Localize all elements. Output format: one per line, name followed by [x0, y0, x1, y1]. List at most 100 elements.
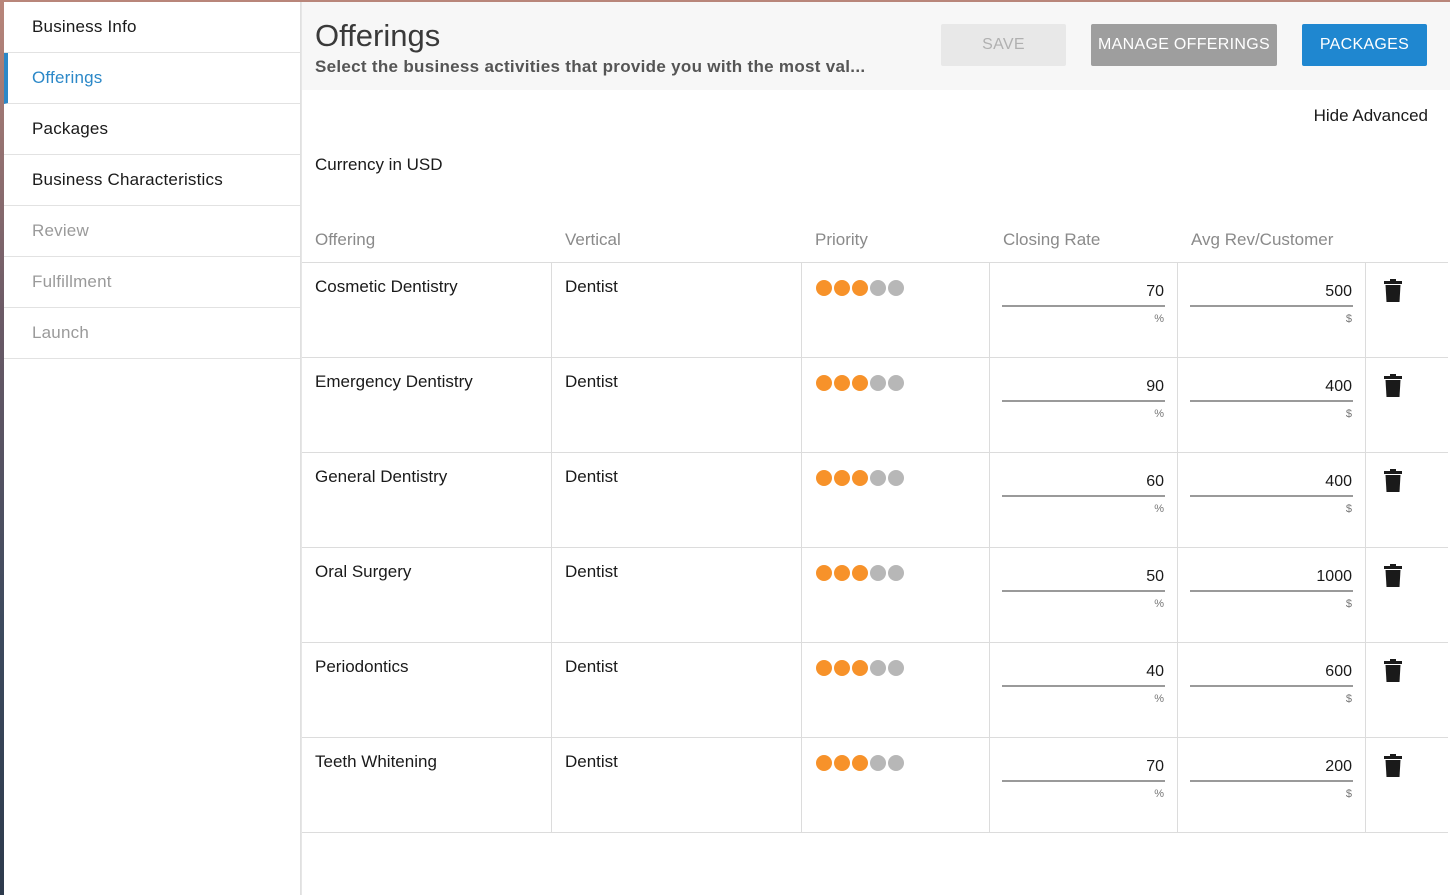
- closing-rate-input[interactable]: 50: [1002, 568, 1165, 592]
- priority-cell: [802, 548, 990, 642]
- save-button[interactable]: SAVE: [941, 24, 1066, 66]
- priority-dot-filled[interactable]: [816, 565, 832, 581]
- avg-rev-cell: 200 $: [1178, 738, 1366, 832]
- priority-dot-filled[interactable]: [852, 280, 868, 296]
- trash-icon[interactable]: [1384, 279, 1402, 302]
- table-row: Oral Surgery Dentist 50 % 1000 $: [302, 548, 1448, 643]
- priority-dot-empty[interactable]: [870, 470, 886, 486]
- priority-cell: [802, 358, 990, 452]
- priority-rating[interactable]: [816, 755, 904, 771]
- priority-dot-filled[interactable]: [852, 660, 868, 676]
- avg-rev-cell: 400 $: [1178, 453, 1366, 547]
- offering-name: Cosmetic Dentistry: [315, 277, 458, 296]
- column-header-avg-rev: Avg Rev/Customer: [1191, 230, 1334, 249]
- closing-rate-cell: 90 %: [990, 358, 1178, 452]
- closing-rate-input[interactable]: 70: [1002, 283, 1165, 307]
- priority-rating[interactable]: [816, 470, 904, 486]
- priority-dot-empty[interactable]: [870, 375, 886, 391]
- closing-rate-field: 70 %: [1002, 283, 1165, 325]
- trash-icon[interactable]: [1384, 659, 1402, 682]
- priority-dot-empty[interactable]: [870, 565, 886, 581]
- priority-dot-filled[interactable]: [834, 755, 850, 771]
- avg-rev-input[interactable]: 500: [1190, 283, 1353, 307]
- closing-rate-cell: 70 %: [990, 263, 1178, 357]
- avg-rev-input[interactable]: 1000: [1190, 568, 1353, 592]
- column-header-offering: Offering: [315, 230, 376, 249]
- priority-dot-empty[interactable]: [888, 660, 904, 676]
- priority-dot-filled[interactable]: [834, 280, 850, 296]
- priority-dot-empty[interactable]: [888, 470, 904, 486]
- trash-icon[interactable]: [1384, 469, 1402, 492]
- sidebar-item-launch[interactable]: Launch: [4, 308, 300, 359]
- offering-name: Periodontics: [315, 657, 409, 676]
- sidebar-item-business-characteristics[interactable]: Business Characteristics: [4, 155, 300, 206]
- priority-rating[interactable]: [816, 375, 904, 391]
- avg-rev-cell: 400 $: [1178, 358, 1366, 452]
- priority-cell: [802, 643, 990, 737]
- priority-dot-empty[interactable]: [888, 280, 904, 296]
- priority-dot-filled[interactable]: [834, 470, 850, 486]
- priority-dot-empty[interactable]: [870, 280, 886, 296]
- priority-dot-filled[interactable]: [852, 470, 868, 486]
- trash-icon[interactable]: [1384, 754, 1402, 777]
- sidebar: Business Info Offerings Packages Busines…: [4, 2, 301, 895]
- priority-dot-filled[interactable]: [852, 375, 868, 391]
- priority-dot-empty[interactable]: [888, 375, 904, 391]
- avg-rev-input[interactable]: 600: [1190, 663, 1353, 687]
- manage-offerings-button[interactable]: MANAGE OFFERINGS: [1091, 24, 1277, 66]
- closing-rate-unit: %: [1154, 408, 1164, 420]
- sidebar-item-business-info[interactable]: Business Info: [4, 2, 300, 53]
- priority-dot-filled[interactable]: [816, 660, 832, 676]
- avg-rev-input[interactable]: 400: [1190, 473, 1353, 497]
- vertical-name: Dentist: [565, 752, 618, 771]
- hide-advanced-link[interactable]: Hide Advanced: [1314, 106, 1428, 126]
- sidebar-item-review[interactable]: Review: [4, 206, 300, 257]
- closing-rate-field: 40 %: [1002, 663, 1165, 705]
- trash-icon[interactable]: [1384, 564, 1402, 587]
- priority-dot-filled[interactable]: [816, 280, 832, 296]
- actions-cell: [1366, 643, 1448, 737]
- currency-label: Currency in USD: [315, 155, 443, 174]
- actions-cell: [1366, 548, 1448, 642]
- priority-dot-empty[interactable]: [870, 755, 886, 771]
- priority-dot-filled[interactable]: [834, 375, 850, 391]
- avg-rev-input[interactable]: 400: [1190, 378, 1353, 402]
- priority-dot-filled[interactable]: [816, 755, 832, 771]
- priority-dot-filled[interactable]: [852, 565, 868, 581]
- priority-dot-filled[interactable]: [852, 755, 868, 771]
- sidebar-item-offerings[interactable]: Offerings: [4, 53, 300, 104]
- priority-dot-empty[interactable]: [888, 565, 904, 581]
- closing-rate-input[interactable]: 40: [1002, 663, 1165, 687]
- priority-dot-filled[interactable]: [816, 470, 832, 486]
- avg-rev-input[interactable]: 200: [1190, 758, 1353, 782]
- vertical-cell: Dentist: [552, 643, 802, 737]
- closing-rate-cell: 60 %: [990, 453, 1178, 547]
- priority-rating[interactable]: [816, 660, 904, 676]
- avg-rev-field: 500 $: [1190, 283, 1353, 325]
- priority-dot-empty[interactable]: [870, 660, 886, 676]
- column-header-priority: Priority: [815, 230, 868, 249]
- avg-rev-unit: $: [1345, 598, 1352, 610]
- closing-rate-field: 90 %: [1002, 378, 1165, 420]
- sidebar-item-fulfillment[interactable]: Fulfillment: [4, 257, 300, 308]
- offering-cell: Teeth Whitening: [302, 738, 552, 832]
- closing-rate-input[interactable]: 70: [1002, 758, 1165, 782]
- vertical-cell: Dentist: [552, 738, 802, 832]
- priority-rating[interactable]: [816, 280, 904, 296]
- closing-rate-unit: %: [1154, 598, 1164, 610]
- closing-rate-input[interactable]: 90: [1002, 378, 1165, 402]
- actions-cell: [1366, 358, 1448, 452]
- priority-dot-filled[interactable]: [834, 660, 850, 676]
- trash-icon[interactable]: [1384, 374, 1402, 397]
- vertical-name: Dentist: [565, 562, 618, 581]
- avg-rev-field: 1000 $: [1190, 568, 1353, 610]
- priority-dot-empty[interactable]: [888, 755, 904, 771]
- app-window: Business Info Offerings Packages Busines…: [4, 2, 1450, 895]
- packages-button[interactable]: PACKAGES: [1302, 24, 1427, 66]
- priority-rating[interactable]: [816, 565, 904, 581]
- closing-rate-input[interactable]: 60: [1002, 473, 1165, 497]
- priority-dot-filled[interactable]: [834, 565, 850, 581]
- vertical-name: Dentist: [565, 467, 618, 486]
- priority-dot-filled[interactable]: [816, 375, 832, 391]
- sidebar-item-packages[interactable]: Packages: [4, 104, 300, 155]
